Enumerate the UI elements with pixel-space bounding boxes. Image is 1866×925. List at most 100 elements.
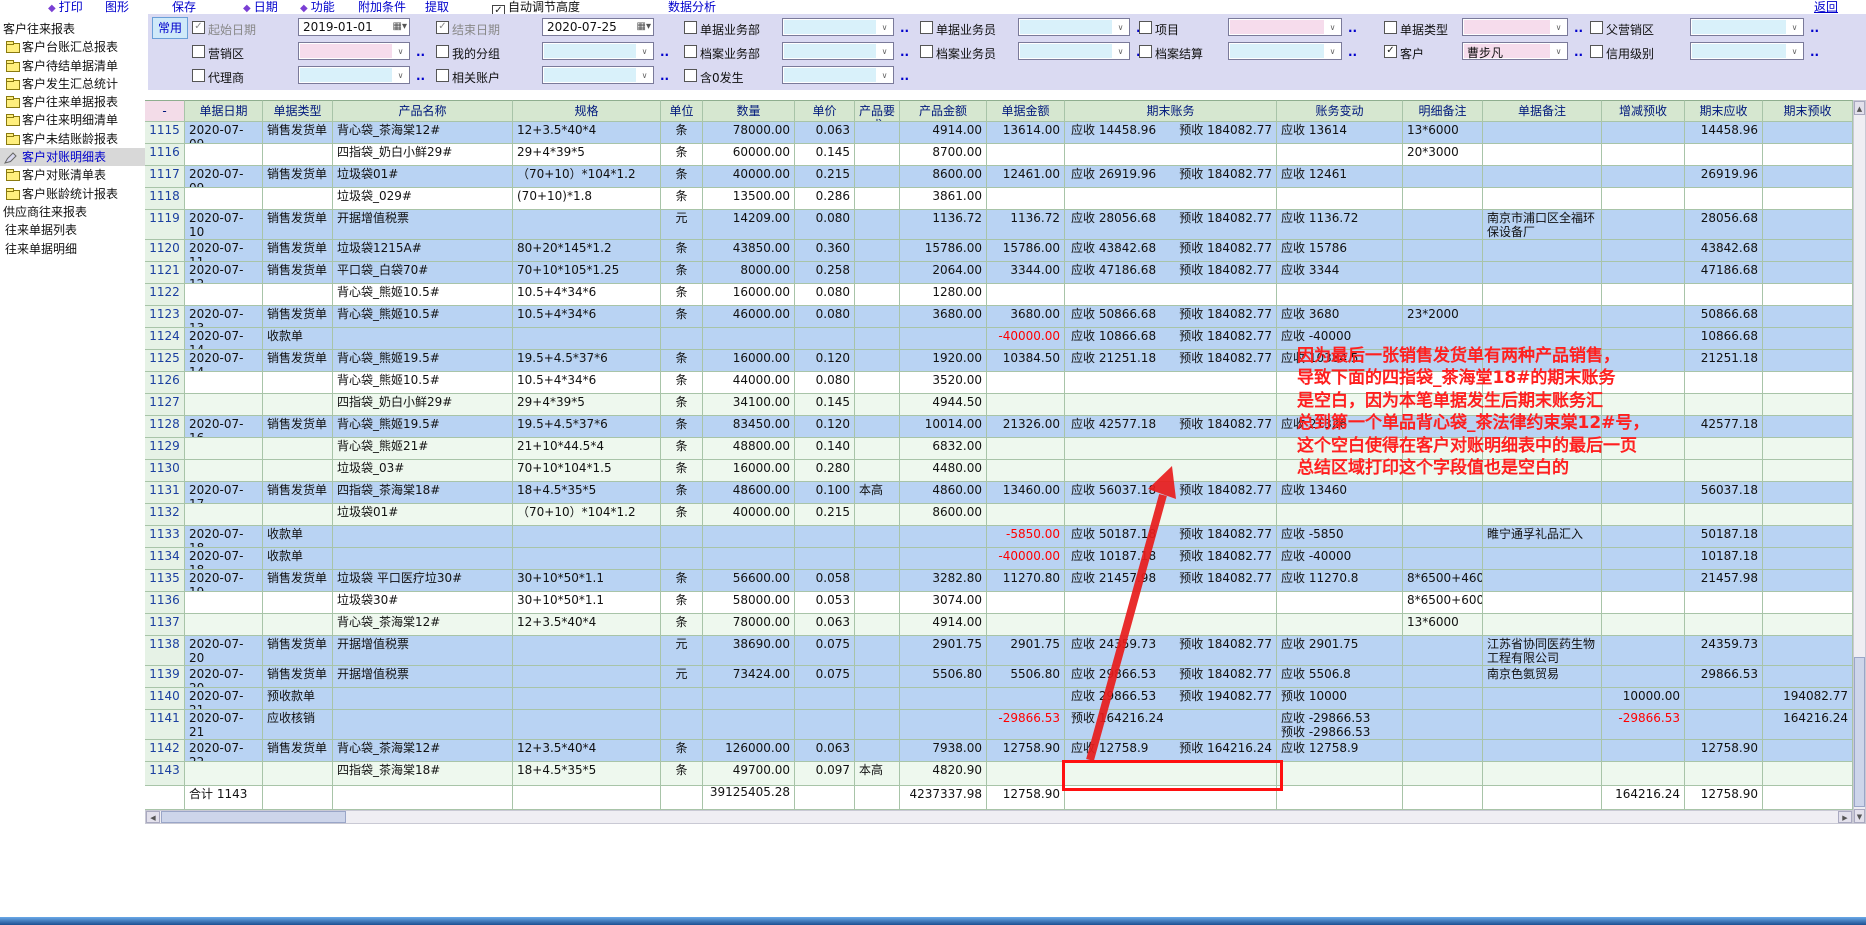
toolbar-item-2[interactable]: 图形: [105, 0, 129, 14]
table-row[interactable]: 1127四指袋_奶白小鲜29#29+4*39*5条34100.000.14549…: [145, 394, 1853, 416]
filter-checkbox-单据业务部[interactable]: [684, 21, 697, 34]
more-dots[interactable]: ..: [1348, 21, 1357, 35]
vertical-scroll-thumb[interactable]: [1854, 657, 1865, 807]
scroll-right-icon[interactable]: ▶: [1838, 811, 1852, 823]
table-row[interactable]: 11352020-07-19销售发货单垃圾袋 平口医疗垃30#30+10*50*…: [145, 570, 1853, 592]
table-row[interactable]: 11312020-07-17销售发货单四指袋_茶海棠18#18+4.5*35*5…: [145, 482, 1853, 504]
quick-filter-button[interactable]: 常用: [152, 17, 188, 39]
column-header-4[interactable]: 产品名称: [333, 100, 513, 122]
table-row[interactable]: 1137背心袋_茶海棠12#12+3.5*40*4条78000.000.0634…: [145, 614, 1853, 636]
filter-checkbox-结束日期[interactable]: ✓: [436, 21, 449, 34]
table-row[interactable]: 11342020-07-18收款单-40000.00应收 10187.18预收 …: [145, 548, 1853, 570]
filter-checkbox-起始日期[interactable]: ✓: [192, 21, 205, 34]
table-row[interactable]: 11232020-07-13销售发货单背心袋_熊姬10.5#10.5+4*34*…: [145, 306, 1853, 328]
more-dots[interactable]: ..: [660, 69, 669, 83]
column-header-17[interactable]: 期末应收: [1685, 100, 1763, 122]
filter-select-含0发生[interactable]: ∨: [782, 66, 894, 84]
filter-checkbox-档案业务部[interactable]: [684, 45, 697, 58]
more-dots[interactable]: ..: [900, 45, 909, 59]
column-header-15[interactable]: 单据备注: [1483, 100, 1602, 122]
auto-height-toggle[interactable]: ✓自动调节高度: [492, 0, 580, 14]
table-row[interactable]: 11192020-07-10销售发货单开据增值税票元14209.000.0801…: [145, 210, 1853, 240]
filter-select-父营销区[interactable]: ∨: [1690, 18, 1804, 36]
filter-select-客户[interactable]: 曹步凡∨: [1462, 42, 1568, 60]
table-row[interactable]: 1136垃圾袋30#30+10*50*1.1条58000.000.0533074…: [145, 592, 1853, 614]
column-header-5[interactable]: 规格: [513, 100, 661, 122]
more-dots[interactable]: ..: [416, 45, 425, 59]
column-header-1[interactable]: -: [145, 100, 185, 122]
table-row[interactable]: 11422020-07-22销售发货单背心袋_茶海棠12#12+3.5*40*4…: [145, 740, 1853, 762]
table-row[interactable]: 1118垃圾袋_029#(70+10)*1.8条13500.000.286386…: [145, 188, 1853, 210]
filter-checkbox-档案结算[interactable]: [1139, 45, 1152, 58]
more-dots[interactable]: ..: [1810, 45, 1819, 59]
column-header-16[interactable]: 增减预收: [1602, 100, 1685, 122]
more-dots[interactable]: ..: [1810, 21, 1819, 35]
filter-select-代理商[interactable]: ∨: [298, 66, 410, 84]
table-row[interactable]: 1116四指袋_奶白小鲜29#29+4*39*5条60000.000.14587…: [145, 144, 1853, 166]
filter-select-我的分组[interactable]: ∨: [542, 42, 654, 60]
table-row[interactable]: 11332020-07-18收款单-5850.00应收 50187.18预收 1…: [145, 526, 1853, 548]
date-input-起始日期[interactable]: 2019-01-01▦▾: [298, 18, 410, 36]
column-header-6[interactable]: 单位: [661, 100, 703, 122]
table-row[interactable]: 11282020-07-16销售发货单背心袋_熊姬19.5#19.5+4.5*3…: [145, 416, 1853, 438]
toolbar-item-7[interactable]: 提取: [425, 0, 449, 14]
column-header-18[interactable]: 期末预收: [1763, 100, 1853, 122]
vertical-scrollbar[interactable]: ▲ ▼: [1853, 100, 1866, 824]
more-dots[interactable]: ..: [660, 45, 669, 59]
table-row[interactable]: 11402020-07-21预收款单应收 29866.53预收 194082.7…: [145, 688, 1853, 710]
more-dots[interactable]: ..: [1348, 45, 1357, 59]
table-row[interactable]: 11382020-07-20销售发货单开据增值税票元38690.000.0752…: [145, 636, 1853, 666]
sidebar-item-3[interactable]: 客户待结单据清单: [0, 57, 145, 75]
sidebar-item-8[interactable]: 客户对账明细表: [0, 148, 145, 166]
table-row[interactable]: 11392020-07-20销售发货单开据增值税票元73424.000.0755…: [145, 666, 1853, 688]
filter-select-档案结算[interactable]: ∨: [1228, 42, 1342, 60]
filter-select-单据类型[interactable]: ∨: [1462, 18, 1568, 36]
table-row[interactable]: 1129背心袋_熊姬21#21+10*44.5*4条48800.000.1406…: [145, 438, 1853, 460]
column-header-12[interactable]: 期末账务: [1065, 100, 1277, 122]
table-row[interactable]: 1143四指袋_茶海棠18#18+4.5*35*5条49700.000.097本…: [145, 762, 1853, 786]
toolbar-item-1[interactable]: ◆打印: [48, 0, 83, 14]
back-link[interactable]: 返回: [1814, 0, 1838, 14]
toolbar-item-4[interactable]: ◆日期: [243, 0, 278, 14]
filter-checkbox-营销区[interactable]: [192, 45, 205, 58]
toolbar-item-3[interactable]: 保存: [172, 0, 196, 14]
filter-checkbox-客户[interactable]: ✓: [1384, 45, 1397, 58]
table-row[interactable]: 1132垃圾袋01#（70+10）*104*1.2条40000.000.2158…: [145, 504, 1853, 526]
sidebar-item-2[interactable]: 客户台账汇总报表: [0, 38, 145, 56]
more-dots[interactable]: ..: [416, 69, 425, 83]
column-header-2[interactable]: 单据日期: [185, 100, 263, 122]
table-row[interactable]: 1122背心袋_熊姬10.5#10.5+4*34*6条16000.000.080…: [145, 284, 1853, 306]
column-header-3[interactable]: 单据类型: [263, 100, 333, 122]
filter-checkbox-相关账户[interactable]: [436, 69, 449, 82]
toolbar-item-5[interactable]: ◆功能: [300, 0, 335, 14]
filter-select-项目[interactable]: ∨: [1228, 18, 1342, 36]
table-row[interactable]: 11202020-07-11销售发货单垃圾袋1215A#80+20*145*1.…: [145, 240, 1853, 262]
table-row[interactable]: 11242020-07-14收款单-40000.00应收 10866.68预收 …: [145, 328, 1853, 350]
filter-select-相关账户[interactable]: ∨: [542, 66, 654, 84]
horizontal-scrollbar[interactable]: ◀ ▶: [145, 810, 1853, 824]
scroll-left-icon[interactable]: ◀: [146, 811, 160, 823]
table-row[interactable]: 11412020-07-21应收核销-29866.53预收 164216.24应…: [145, 710, 1853, 740]
column-header-9[interactable]: 产品要求: [855, 100, 900, 122]
filter-select-单据业务部[interactable]: ∨: [782, 18, 894, 36]
horizontal-scroll-thumb[interactable]: [161, 811, 346, 823]
scroll-up-icon[interactable]: ▲: [1854, 101, 1865, 115]
sidebar-item-5[interactable]: 客户往来单据报表: [0, 93, 145, 111]
toolbar-item-6[interactable]: 附加条件: [358, 0, 406, 14]
column-header-11[interactable]: 单据金额: [987, 100, 1065, 122]
table-row[interactable]: 11152020-07-09销售发货单背心袋_茶海棠12#12+3.5*40*4…: [145, 122, 1853, 144]
column-header-13[interactable]: 账务变动: [1277, 100, 1403, 122]
table-row[interactable]: 11172020-07-09销售发货单垃圾袋01#（70+10）*104*1.2…: [145, 166, 1853, 188]
table-row[interactable]: 11252020-07-14销售发货单背心袋_熊姬19.5#19.5+4.5*3…: [145, 350, 1853, 372]
filter-select-档案业务员[interactable]: ∨: [1018, 42, 1130, 60]
filter-checkbox-含0发生[interactable]: [684, 69, 697, 82]
column-header-8[interactable]: 单价: [795, 100, 855, 122]
sidebar-item-13[interactable]: 往来单据明细: [0, 240, 145, 258]
filter-checkbox-信用级别[interactable]: [1590, 45, 1603, 58]
sidebar-item-4[interactable]: 客户发生汇总统计: [0, 75, 145, 93]
filter-checkbox-项目[interactable]: [1139, 21, 1152, 34]
table-row[interactable]: 11212020-07-12销售发货单平口袋_白袋70#70+10*105*1.…: [145, 262, 1853, 284]
sidebar-item-6[interactable]: 客户往来明细清单: [0, 111, 145, 129]
sidebar-item-9[interactable]: 客户对账清单表: [0, 166, 145, 184]
column-header-7[interactable]: 数量: [703, 100, 795, 122]
